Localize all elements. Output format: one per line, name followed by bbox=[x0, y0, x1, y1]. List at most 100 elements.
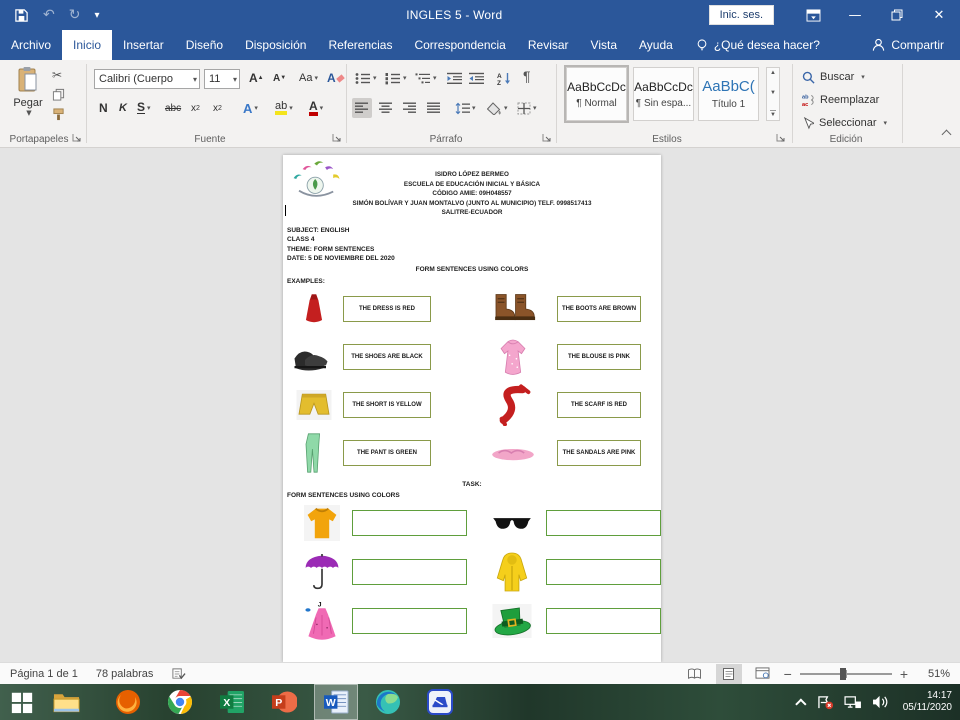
edge-button[interactable] bbox=[366, 684, 410, 720]
document-page[interactable]: ISIDRO LÓPEZ BERMEO ESCUELA DE EDUCACIÓN… bbox=[283, 155, 661, 662]
tab-inicio[interactable]: Inicio bbox=[62, 30, 112, 60]
sign-in-button[interactable]: Inic. ses. bbox=[709, 5, 774, 25]
close-button[interactable]: ✕ bbox=[918, 0, 960, 30]
answer-box[interactable] bbox=[352, 559, 467, 585]
tab-referencias[interactable]: Referencias bbox=[317, 30, 403, 60]
highlight-color-button[interactable]: ab▾ bbox=[272, 98, 296, 118]
print-layout-button[interactable] bbox=[716, 664, 742, 684]
tab-vista[interactable]: Vista bbox=[580, 30, 628, 60]
line-spacing-button[interactable]: ▾ bbox=[452, 98, 479, 118]
find-button[interactable]: Buscar▾ bbox=[802, 67, 865, 87]
sentence-box[interactable]: THE SCARF IS RED bbox=[557, 392, 641, 418]
superscript-button[interactable]: x2 bbox=[210, 98, 225, 118]
tray-expand-icon[interactable] bbox=[795, 698, 806, 709]
tell-me-box[interactable]: ¿Qué desea hacer? bbox=[684, 30, 832, 60]
font-name-combo[interactable]: Calibri (Cuerpo▾ bbox=[94, 69, 200, 89]
sentence-box[interactable]: THE PANT IS GREEN bbox=[343, 440, 431, 466]
styles-dialog-launcher-icon[interactable] bbox=[776, 133, 787, 144]
styles-gallery-scroll[interactable]: ▲ ▼ ▼ bbox=[766, 67, 780, 121]
page-count[interactable]: Página 1 de 1 bbox=[10, 668, 78, 680]
sentence-box[interactable]: THE SHOES ARE BLACK bbox=[343, 344, 431, 370]
paste-button[interactable]: Pegar ▼ bbox=[8, 66, 48, 117]
bold-button[interactable]: N bbox=[96, 98, 111, 118]
answer-box[interactable] bbox=[352, 608, 467, 634]
zoom-slider[interactable] bbox=[800, 673, 892, 675]
start-button[interactable] bbox=[0, 684, 44, 720]
answer-box[interactable] bbox=[546, 608, 661, 634]
sentence-box[interactable]: THE BLOUSE IS PINK bbox=[557, 344, 641, 370]
shrink-font-button[interactable]: A▼ bbox=[270, 68, 289, 88]
underline-button[interactable]: S▾ bbox=[134, 98, 154, 118]
styles-scroll-up-icon[interactable]: ▲ bbox=[770, 70, 776, 76]
change-case-button[interactable]: Aa▾ bbox=[296, 68, 321, 88]
increase-indent-button[interactable] bbox=[466, 68, 487, 88]
cut-button[interactable]: ✂ bbox=[52, 68, 62, 82]
minimize-button[interactable]: — bbox=[834, 0, 876, 30]
replace-button[interactable]: abac Reemplazar bbox=[802, 90, 879, 110]
bullets-button[interactable]: ▾ bbox=[352, 68, 380, 88]
proofing-icon[interactable] bbox=[171, 667, 186, 681]
select-button[interactable]: Seleccionar▾ bbox=[802, 113, 887, 133]
collapse-ribbon-button[interactable] bbox=[943, 129, 950, 141]
answer-box[interactable] bbox=[546, 559, 661, 585]
ribbon-display-options-icon[interactable] bbox=[792, 0, 834, 30]
answer-box[interactable] bbox=[352, 510, 467, 536]
sentence-box[interactable]: THE SANDALS ARE PINK bbox=[557, 440, 641, 466]
multilevel-list-button[interactable]: ▾ bbox=[412, 68, 440, 88]
word-button[interactable]: W bbox=[314, 684, 358, 720]
format-painter-button[interactable] bbox=[52, 108, 65, 124]
style-normal[interactable]: AaBbCcDc ¶ Normal bbox=[566, 67, 627, 121]
tab-ayuda[interactable]: Ayuda bbox=[628, 30, 684, 60]
show-marks-button[interactable]: ¶ bbox=[520, 66, 534, 86]
word-count[interactable]: 78 palabras bbox=[96, 668, 154, 680]
firefox-button[interactable] bbox=[106, 684, 150, 720]
justify-button[interactable] bbox=[424, 98, 444, 118]
read-mode-button[interactable] bbox=[682, 664, 708, 684]
grow-font-button[interactable]: A▲ bbox=[246, 68, 267, 88]
customize-quick-access-icon[interactable]: ▾ bbox=[94, 10, 99, 21]
style-titulo-1[interactable]: AaBbC( Título 1 bbox=[698, 67, 759, 121]
undo-icon[interactable]: ↶ bbox=[43, 7, 55, 23]
sentence-box[interactable]: THE BOOTS ARE BROWN bbox=[557, 296, 641, 322]
taskbar-clock[interactable]: 14:17 05/11/2020 bbox=[899, 690, 952, 714]
action-center-flag-icon[interactable] bbox=[817, 695, 834, 710]
tab-insertar[interactable]: Insertar bbox=[112, 30, 175, 60]
shading-button[interactable]: ▾ bbox=[484, 98, 511, 118]
powerpoint-button[interactable]: P bbox=[262, 684, 306, 720]
align-right-button[interactable] bbox=[400, 98, 420, 118]
subscript-button[interactable]: x2 bbox=[188, 98, 203, 118]
zoom-slider-handle[interactable] bbox=[840, 668, 846, 680]
tab-archivo[interactable]: Archivo bbox=[0, 30, 62, 60]
clear-formatting-button[interactable]: A bbox=[324, 68, 347, 88]
sort-button[interactable]: AZ bbox=[494, 68, 515, 88]
save-icon[interactable] bbox=[14, 8, 29, 23]
align-center-button[interactable] bbox=[376, 98, 396, 118]
align-left-button[interactable] bbox=[352, 98, 372, 118]
volume-icon[interactable] bbox=[872, 695, 889, 709]
chrome-button[interactable] bbox=[158, 684, 202, 720]
styles-scroll-down-icon[interactable]: ▼ bbox=[770, 90, 776, 96]
italic-button[interactable]: K bbox=[116, 98, 130, 118]
font-color-button[interactable]: A▾ bbox=[306, 98, 326, 118]
styles-more-icon[interactable]: ▼ bbox=[770, 110, 776, 118]
paragraph-dialog-launcher-icon[interactable] bbox=[542, 133, 553, 144]
zoom-out-button[interactable]: − bbox=[784, 666, 792, 682]
restore-button[interactable] bbox=[876, 0, 918, 30]
sentence-box[interactable]: THE SHORT IS YELLOW bbox=[343, 392, 431, 418]
network-icon[interactable] bbox=[844, 695, 862, 709]
scanner-app-button[interactable] bbox=[418, 684, 462, 720]
clipboard-dialog-launcher-icon[interactable] bbox=[72, 133, 83, 144]
text-effects-button[interactable]: A▾ bbox=[240, 98, 261, 118]
share-button[interactable]: Compartir bbox=[856, 30, 960, 60]
font-size-combo[interactable]: 11▾ bbox=[204, 69, 240, 89]
zoom-in-button[interactable]: + bbox=[900, 666, 908, 682]
tab-diseno[interactable]: Diseño bbox=[175, 30, 234, 60]
web-layout-button[interactable] bbox=[750, 664, 776, 684]
answer-box[interactable] bbox=[546, 510, 661, 536]
strikethrough-button[interactable]: abc bbox=[162, 98, 184, 118]
tab-disposicion[interactable]: Disposición bbox=[234, 30, 317, 60]
excel-button[interactable]: X bbox=[210, 684, 254, 720]
copy-button[interactable] bbox=[52, 88, 65, 104]
zoom-level[interactable]: 51% bbox=[916, 668, 950, 680]
tab-revisar[interactable]: Revisar bbox=[517, 30, 580, 60]
